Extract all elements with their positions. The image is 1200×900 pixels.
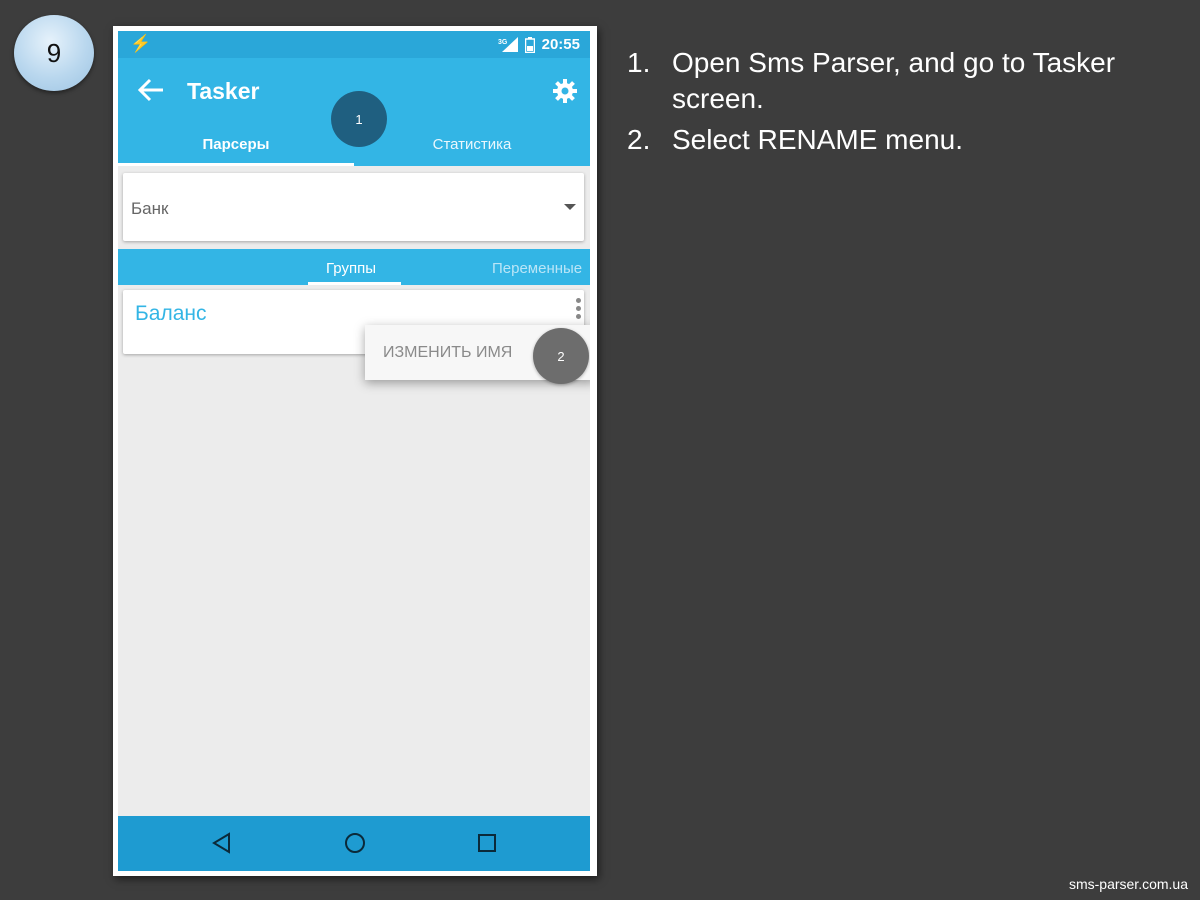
gear-icon[interactable] [552,78,578,104]
nav-home-icon[interactable] [343,831,367,855]
spinner-value: Банк [131,199,169,218]
nav-back-icon[interactable] [210,831,234,855]
subtab-variables[interactable]: Переменные [492,260,582,277]
overflow-menu-icon[interactable] [574,298,582,320]
slide-number: 9 [14,15,94,91]
status-time: 20:55 [541,36,580,53]
status-bar: ⚡ 3G 20:55 [118,31,590,58]
step-marker-2: 2 [533,328,589,384]
sub-tab-bar: Группы Переменные [118,249,590,285]
nav-recents-icon[interactable] [475,831,499,855]
app-screen: ⚡ 3G 20:55 Tasker Парсеры Статистика 1 Б… [118,31,590,871]
instruction-text: Select RENAME menu. [672,124,963,155]
phone-screenshot: ⚡ 3G 20:55 Tasker Парсеры Статистика 1 Б… [113,26,597,876]
step-marker-1: 1 [331,91,387,147]
bank-spinner[interactable]: Банк [123,173,584,241]
instruction-text: Open Sms Parser, and go to Tasker screen… [672,47,1116,114]
navigation-bar [118,816,590,871]
instruction-number: 2. [627,124,651,155]
signal-icon: 3G [498,37,518,52]
tab-parsers-label: Парсеры [202,136,270,153]
subtab-groups[interactable]: Группы [326,260,376,277]
flash-icon: ⚡ [130,34,152,53]
tab-parsers[interactable]: Парсеры [118,136,354,166]
menu-item-rename[interactable]: ИЗМЕНИТЬ ИМЯ [383,344,512,362]
subtab-indicator [308,282,401,285]
instruction-number: 1. [627,47,651,78]
instruction-step: 2. Select RENAME menu. [627,122,1187,158]
battery-icon [524,36,535,53]
instruction-step: 1. Open Sms Parser, and go to Tasker scr… [627,45,1187,117]
dropdown-arrow-icon [564,204,576,210]
tab-statistics-label: Статистика [432,136,512,153]
tab-indicator [118,163,354,166]
toolbar-title: Tasker [187,78,260,104]
status-right: 3G 20:55 [498,36,580,53]
back-arrow-icon[interactable] [136,75,166,105]
network-label: 3G [498,39,508,46]
footer-url: sms-parser.com.ua [1068,876,1188,892]
list-item-title: Баланс [135,302,207,325]
tab-statistics[interactable]: Статистика [354,136,590,166]
instruction-list: 1. Open Sms Parser, and go to Tasker scr… [627,45,1187,163]
